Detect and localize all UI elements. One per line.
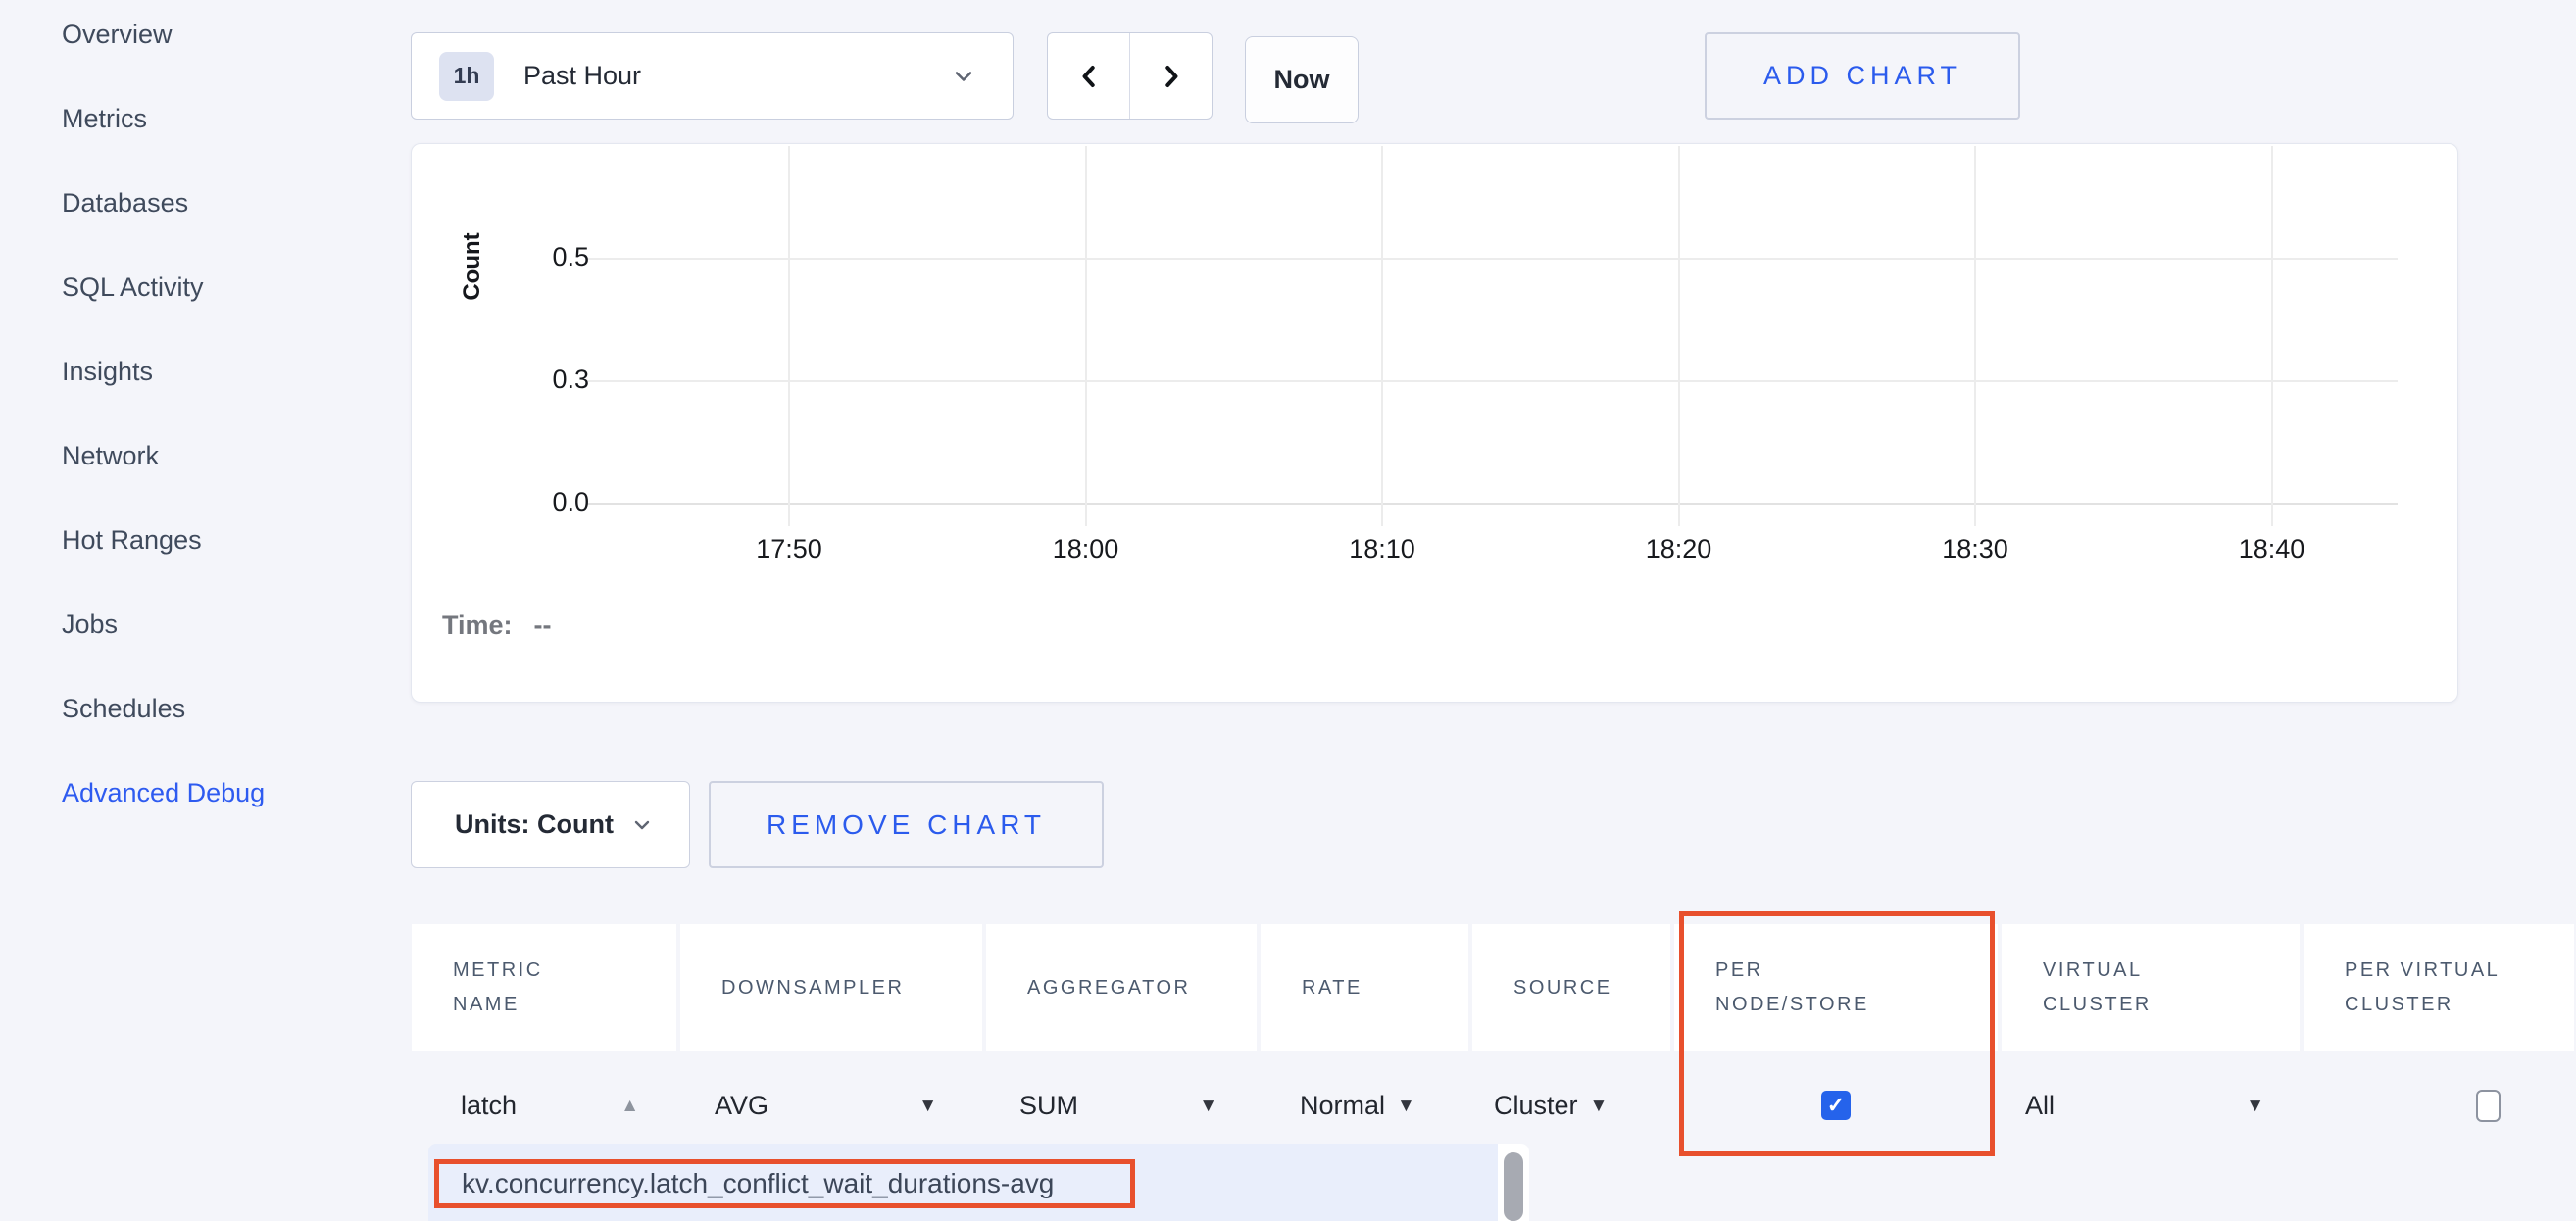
- sidebar-item-advanced-debug[interactable]: Advanced Debug: [62, 778, 356, 808]
- rate-value: Normal: [1300, 1091, 1385, 1121]
- per-virtual-cluster-checkbox[interactable]: [2476, 1090, 2501, 1122]
- sidebar-item-metrics[interactable]: Metrics: [62, 104, 356, 134]
- chevron-down-icon: [950, 63, 977, 90]
- sidebar-item-databases[interactable]: Databases: [62, 188, 356, 219]
- caret-up-icon: ▲: [620, 1097, 639, 1115]
- gridline-vertical: [1678, 146, 1680, 526]
- chevron-down-icon: [630, 813, 654, 837]
- x-axis-tick-label: 18:00: [1017, 534, 1155, 564]
- chevron-right-icon: [1154, 59, 1189, 94]
- gridline-vertical: [2271, 146, 2273, 526]
- prev-time-button[interactable]: [1048, 33, 1129, 119]
- chevron-left-icon: [1071, 59, 1107, 94]
- time-value: --: [534, 610, 552, 640]
- sidebar: Overview Metrics Databases SQL Activity Insi…: [62, 20, 356, 862]
- column-header: VIRTUALCLUSTER: [2002, 924, 2300, 1051]
- sidebar-item-hot-ranges[interactable]: Hot Ranges: [62, 525, 356, 556]
- per-virtual-cluster-cell: [2304, 1051, 2574, 1159]
- y-axis-tick-label: 0.0: [505, 487, 589, 517]
- x-axis-tick-label: 18:20: [1610, 534, 1748, 564]
- column-header: DOWNSAMPLER: [680, 924, 982, 1051]
- column-header: RATE: [1261, 924, 1468, 1051]
- caret-down-icon: ▼: [2246, 1097, 2264, 1115]
- units-select[interactable]: Units: Count: [411, 781, 690, 868]
- aggregator-value: SUM: [1019, 1091, 1078, 1121]
- scrollbar-thumb[interactable]: [1504, 1152, 1523, 1221]
- y-axis-tick-label: 0.5: [505, 242, 589, 272]
- caret-down-icon: ▼: [1199, 1097, 1217, 1115]
- metric-suggestions-dropdown: kv.concurrency.latch_conflict_wait_durat…: [428, 1144, 1529, 1221]
- x-axis-tick-label: 18:10: [1313, 534, 1451, 564]
- sidebar-item-sql-activity[interactable]: SQL Activity: [62, 272, 356, 303]
- sidebar-item-overview[interactable]: Overview: [62, 20, 356, 50]
- per-node-store-cell: ✓: [1674, 1051, 1998, 1159]
- x-axis-tick-label: 18:40: [2204, 534, 2341, 564]
- per-node-store-checkbox[interactable]: ✓: [1821, 1091, 1851, 1120]
- gridline-vertical: [1974, 146, 1976, 526]
- source-value: Cluster: [1494, 1091, 1578, 1121]
- units-select-label: Units: Count: [455, 809, 614, 840]
- metric-name-value: latch: [461, 1091, 517, 1121]
- virtual-cluster-select[interactable]: All ▼: [2002, 1051, 2300, 1159]
- column-header: AGGREGATOR: [986, 924, 1257, 1051]
- column-header: PER VIRTUALCLUSTER: [2304, 924, 2574, 1051]
- sidebar-item-insights[interactable]: Insights: [62, 357, 356, 387]
- downsampler-value: AVG: [715, 1091, 768, 1121]
- y-axis-tick-label: 0.3: [505, 365, 589, 395]
- hover-time-readout: Time: --: [442, 610, 552, 641]
- rate-select[interactable]: Normal ▼: [1300, 1091, 1415, 1121]
- caret-down-icon: ▼: [1397, 1097, 1415, 1115]
- remove-chart-button[interactable]: REMOVE CHART: [709, 781, 1104, 868]
- metrics-table: METRICNAMEDOWNSAMPLERAGGREGATORRATESOURC…: [412, 924, 2574, 1159]
- y-axis-label: Count: [459, 198, 486, 335]
- now-button[interactable]: Now: [1245, 36, 1359, 123]
- gridline-horizontal: [586, 380, 2398, 382]
- column-header: PERNODE/STORE: [1674, 924, 1998, 1051]
- time-range-badge: 1h: [439, 52, 494, 101]
- gridline-vertical: [1381, 146, 1383, 526]
- caret-down-icon: ▼: [1590, 1097, 1609, 1115]
- gridline-horizontal: [586, 503, 2398, 505]
- source-select[interactable]: Cluster ▼: [1494, 1091, 1608, 1121]
- caret-down-icon: ▼: [918, 1097, 937, 1115]
- x-axis-tick-label: 18:30: [1907, 534, 2044, 564]
- chart-card: Count 0.0 0.3 0.5 17:50 18:00 18:10 18:20 18:30…: [411, 143, 2458, 703]
- time-label: Time:: [442, 610, 513, 640]
- dropdown-scrollbar[interactable]: [1498, 1144, 1529, 1221]
- gridline-horizontal: [586, 258, 2398, 260]
- add-chart-button[interactable]: ADD CHART: [1705, 32, 2020, 120]
- time-window-nav: [1047, 32, 1213, 120]
- sidebar-item-schedules[interactable]: Schedules: [62, 694, 356, 724]
- checkmark-icon: ✓: [1827, 1093, 1845, 1118]
- gridline-vertical: [1085, 146, 1087, 526]
- time-range-label: Past Hour: [523, 61, 641, 91]
- x-axis-tick-label: 17:50: [720, 534, 858, 564]
- suggestion-item[interactable]: kv.concurrency.latch_conflict_wait_durat…: [428, 1155, 1054, 1212]
- column-header: SOURCE: [1472, 924, 1670, 1051]
- virtual-cluster-value: All: [2025, 1091, 2055, 1121]
- sidebar-item-network[interactable]: Network: [62, 441, 356, 471]
- sidebar-item-jobs[interactable]: Jobs: [62, 610, 356, 640]
- gridline-vertical: [788, 146, 790, 526]
- column-header: METRICNAME: [412, 924, 676, 1051]
- next-time-button[interactable]: [1129, 33, 1212, 119]
- time-range-selector[interactable]: 1h Past Hour: [411, 32, 1014, 120]
